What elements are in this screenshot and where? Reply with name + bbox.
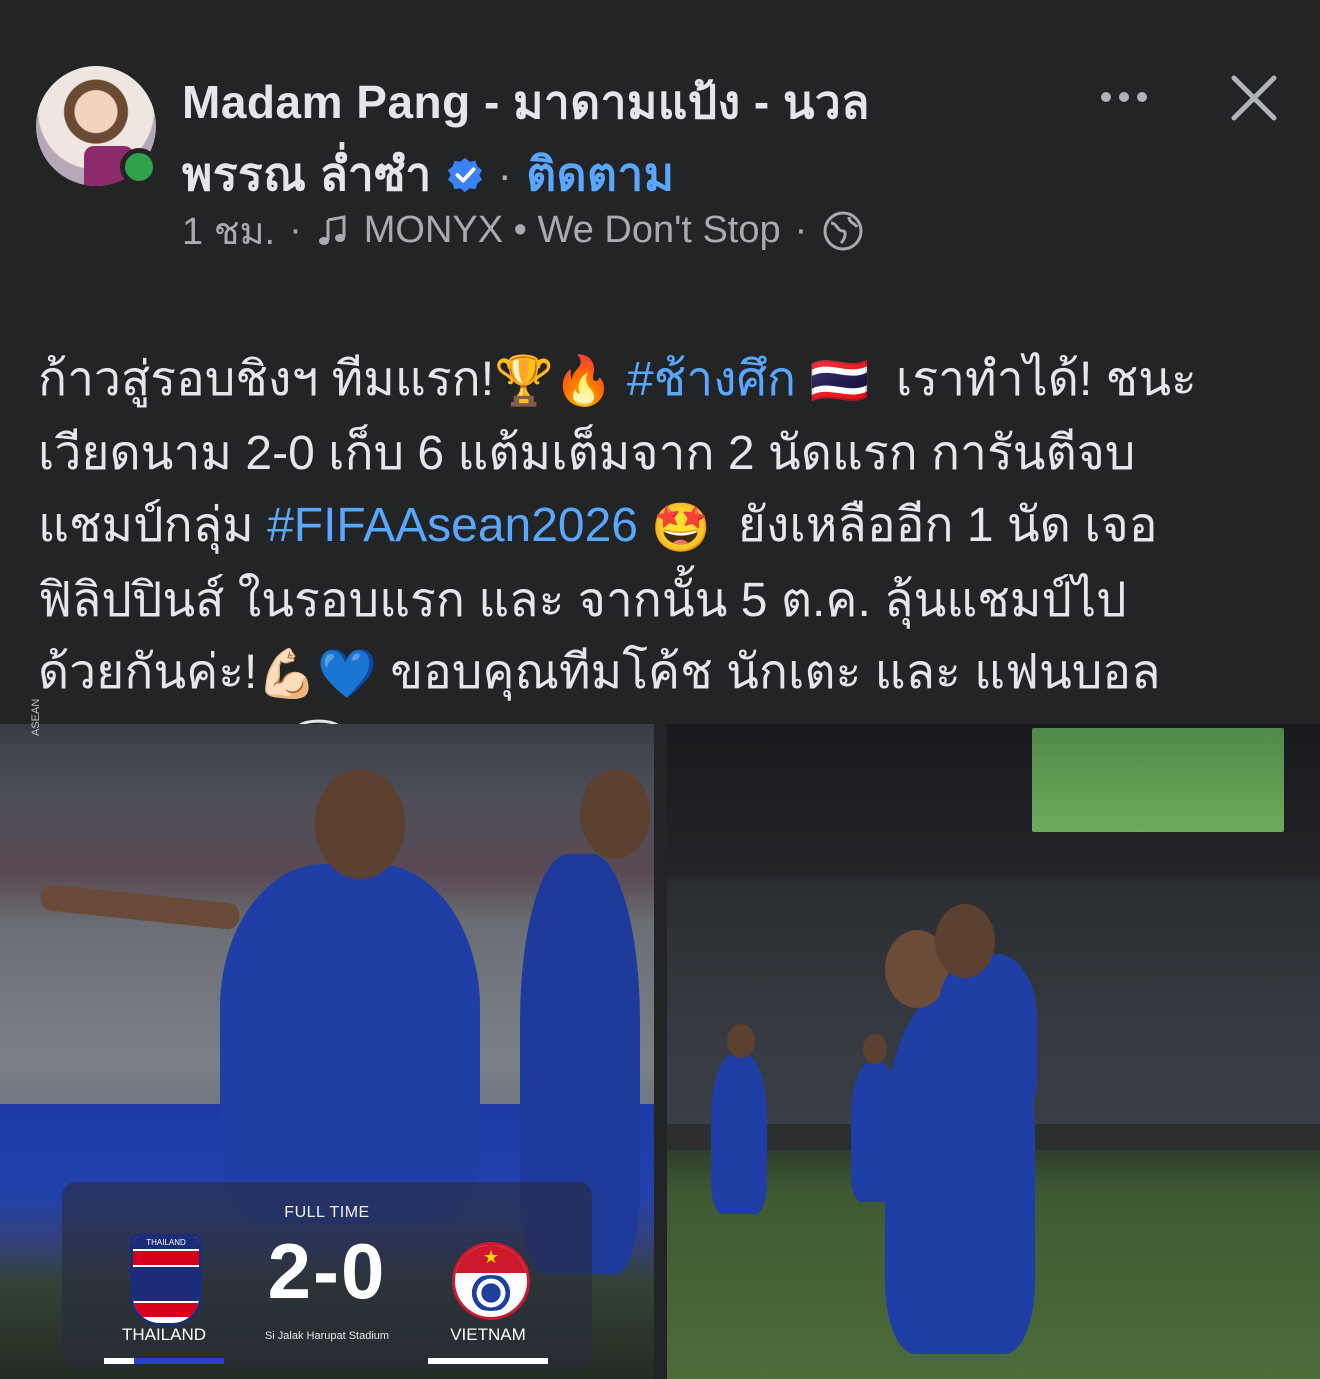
thailand-badge: THAILAND — [130, 1234, 202, 1326]
hashtag-link[interactable]: #FIFAAsean2026 — [267, 499, 638, 552]
emoji-trophy-fire: 🏆🔥 — [494, 355, 614, 409]
separator-dot: · — [497, 150, 513, 198]
match-score: 2-0 — [267, 1227, 387, 1315]
player-head — [863, 1034, 887, 1064]
scoreboard: FULL TIME THAILAND 2-0 ★ THAILAND Si Jal… — [62, 1182, 592, 1368]
post-time[interactable]: 1 ชม. — [182, 200, 275, 261]
stadium-screen — [1032, 728, 1284, 832]
home-team-name: THAILAND — [121, 1325, 207, 1344]
more-icon[interactable] — [1094, 72, 1154, 122]
player-figure — [220, 864, 480, 1224]
author-name-line1[interactable]: Madam Pang - มาดามแป้ง - นวล — [182, 66, 870, 139]
post-text: ก้าวสู่รอบชิงฯ ทีมแรก!🏆🔥 #ช้างศึก 🇹🇭 เรา… — [38, 272, 1298, 785]
player-head — [580, 769, 650, 859]
music-track[interactable]: MONYX • We Don't Stop — [364, 209, 781, 252]
emoji-thai-flag: 🇹🇭 — [796, 355, 883, 409]
post-meta: 1 ชม. · MONYX • We Don't Stop · — [182, 200, 865, 261]
globe-icon — [823, 211, 863, 250]
meta-separator-2: · — [794, 209, 808, 251]
emoji-star-struck: 🤩 — [638, 501, 725, 555]
player-head — [727, 1024, 755, 1058]
full-time-label: FULL TIME — [284, 1204, 370, 1221]
stadium-name: Si Jalak Harupat Stadium — [264, 1330, 390, 1342]
player-head — [935, 904, 995, 978]
pointing-arm — [39, 883, 241, 931]
meta-separator: · — [289, 209, 302, 251]
indicator-bar — [104, 1358, 134, 1364]
hashtag-link[interactable]: #ช้างศึก — [627, 353, 796, 406]
away-team-name: VIETNAM — [450, 1325, 526, 1344]
close-icon[interactable] — [1224, 68, 1284, 128]
photo-watermark: ASEAN — [30, 698, 42, 736]
player-figure — [711, 1054, 767, 1214]
indicator-bar-right — [428, 1358, 548, 1364]
vietnam-badge: ★ — [452, 1242, 530, 1320]
player-figure — [937, 954, 1037, 1114]
music-icon — [318, 214, 346, 245]
text-space — [614, 353, 627, 406]
emoji-muscle-heart: 💪🏻💙 — [257, 647, 377, 701]
player-head — [315, 769, 405, 879]
post-photo-left[interactable]: FULL TIME THAILAND 2-0 ★ THAILAND Si Jal… — [0, 724, 654, 1379]
indicator-bar-blue — [134, 1358, 224, 1364]
post-photo-right[interactable] — [667, 724, 1320, 1379]
online-status-dot — [120, 148, 158, 186]
thailand-badge-caption: THAILAND — [133, 1237, 199, 1249]
verified-icon — [447, 157, 482, 192]
text-seg: ก้าวสู่รอบชิงฯ ทีมแรก! — [38, 353, 495, 406]
